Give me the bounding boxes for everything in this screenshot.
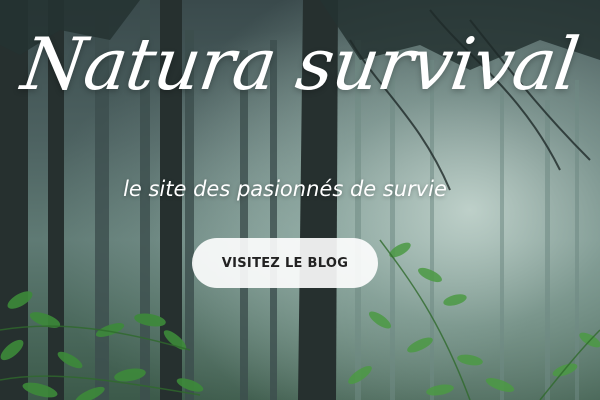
visit-blog-button[interactable]: VISITEZ LE BLOG <box>192 238 378 288</box>
site-tagline: le site des pasionnés de survie <box>123 177 447 201</box>
hero-section: Natura survival le site des pasionnés de… <box>0 0 600 400</box>
site-title: Natura survival <box>16 22 584 106</box>
